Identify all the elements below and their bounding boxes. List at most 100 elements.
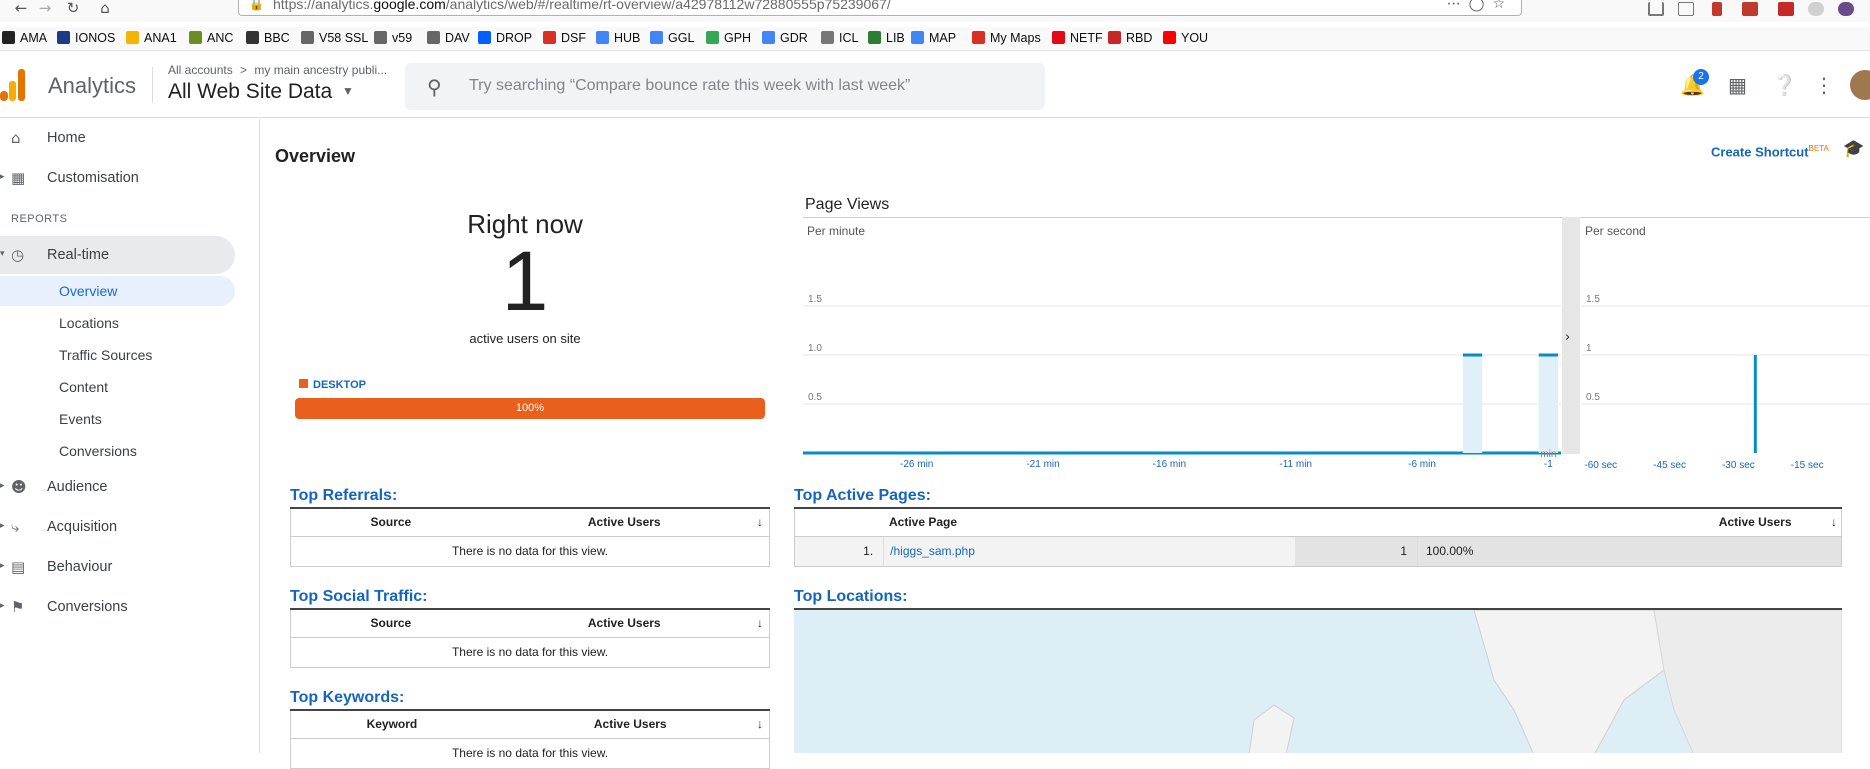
bookmark-anc[interactable]: ANC — [189, 31, 233, 45]
per-second-label: Per second — [1585, 224, 1646, 238]
col-active-users[interactable]: Active Users — [431, 709, 721, 739]
bookmark-v59[interactable]: v59 — [374, 31, 412, 45]
col-active-users[interactable]: Active Users — [431, 608, 721, 638]
more-vert-icon[interactable]: ⋮ — [1814, 73, 1834, 97]
sort-arrow-icon[interactable]: ↓ — [720, 507, 770, 537]
sidebar-item-label: Audience — [47, 479, 108, 495]
sidebar-item-acquisition[interactable]: ▸ ⤷ Acquisition — [0, 508, 235, 546]
analytics-logo[interactable] — [0, 69, 30, 101]
sidebar-item-behaviour[interactable]: ▸ ▤ Behaviour — [0, 548, 235, 586]
back-arrow-icon[interactable]: ← — [10, 0, 32, 18]
bookmark-ama[interactable]: AMA — [2, 31, 47, 45]
app-name[interactable]: Analytics — [48, 73, 136, 99]
graduation-cap-icon[interactable]: 🎓 — [1843, 139, 1864, 159]
extension-icon[interactable] — [1742, 2, 1758, 16]
sidebar-item-audience[interactable]: ▸ ☻ Audience — [0, 468, 235, 506]
y-tick-label: 1.0 — [808, 343, 822, 354]
page-actions-icons[interactable]: ⋯◯☆ — [1447, 0, 1513, 12]
col-active-users[interactable]: Active Users — [1294, 507, 1812, 537]
bookmark-ana1[interactable]: ANA1 — [126, 31, 177, 45]
search-box[interactable]: ⚲ Try searching “Compare bounce rate thi… — [405, 63, 1045, 110]
active-page-link[interactable]: /higgs_sam.php — [883, 536, 1295, 567]
bookmark-favicon-icon — [427, 31, 440, 44]
sidebar-subitem-events[interactable]: Events — [0, 404, 235, 434]
sidebar-item-home[interactable]: ⌂ Home — [0, 119, 235, 157]
bookmark-favicon-icon — [478, 31, 491, 44]
address-bar[interactable]: 🔒 https://analytics.google.com/analytics… — [238, 0, 1522, 16]
view-selector[interactable]: All Web Site Data ▼ — [168, 80, 354, 104]
sidebar-subitem-label: Content — [59, 379, 109, 395]
bookmark-drop[interactable]: DROP — [478, 31, 532, 45]
help-icon[interactable]: ❔ — [1772, 73, 1797, 97]
library-icon[interactable] — [1648, 2, 1664, 16]
home-icon[interactable]: ⌂ — [94, 0, 116, 18]
breadcrumb-root[interactable]: All accounts — [168, 63, 233, 77]
bookmark-you[interactable]: YOU — [1163, 31, 1208, 45]
device-label: DESKTOP — [313, 379, 366, 391]
device-share-bar[interactable]: 100% — [295, 398, 765, 419]
create-shortcut-link[interactable]: Create ShortcutBETA — [1711, 144, 1829, 159]
col-active-users[interactable]: Active Users — [431, 507, 721, 537]
bookmark-gdr[interactable]: GDR — [762, 31, 808, 45]
apps-grid-icon[interactable]: ▦ — [1728, 73, 1747, 97]
col-source[interactable]: Source — [290, 507, 432, 537]
sidebar-item-realtime[interactable]: ▾ ◷ Real-time — [0, 236, 235, 274]
avatar[interactable] — [1850, 70, 1870, 100]
bookmark-favicon-icon — [1052, 31, 1065, 44]
locations-map[interactable] — [794, 608, 1842, 753]
bookmark-favicon-icon — [2, 31, 15, 44]
bookmark-favicon-icon — [868, 31, 881, 44]
col-active-page[interactable]: Active Page — [794, 507, 1295, 537]
breadcrumb[interactable]: All accounts > my main ancestry publi... — [168, 63, 387, 77]
bookmark-label: HUB — [614, 31, 641, 45]
bookmark-favicon-icon — [189, 31, 202, 44]
sidebar-item-conversions[interactable]: ▸ ⚑ Conversions — [0, 588, 235, 626]
x-tick-label: -30 sec — [1722, 460, 1755, 471]
bookmark-netf[interactable]: NETF — [1052, 31, 1103, 45]
y-tick-label: 1.5 — [808, 294, 822, 305]
search-input[interactable]: Try searching “Compare bounce rate this … — [469, 77, 910, 95]
sidebar-subitem-content[interactable]: Content — [0, 372, 235, 402]
extension-icon[interactable] — [1778, 2, 1794, 16]
bookmark-map[interactable]: MAP — [911, 31, 956, 45]
bookmark-favicon-icon — [1108, 31, 1121, 44]
extension-icon[interactable] — [1808, 2, 1824, 16]
bookmark-hub[interactable]: HUB — [596, 31, 640, 45]
chevron-right-icon[interactable]: › — [1565, 330, 1570, 345]
extension-icon[interactable] — [1838, 2, 1854, 16]
bookmark-dav[interactable]: DAV — [427, 31, 470, 45]
col-source[interactable]: Source — [290, 608, 432, 638]
sidebar-subitem-conversions[interactable]: Conversions — [0, 436, 235, 466]
table-row[interactable]: 1. /higgs_sam.php 1 100.00% — [793, 536, 1842, 567]
table-row: There is no data for this view. — [290, 738, 770, 769]
bookmark-bbc[interactable]: BBC — [246, 31, 290, 45]
top-social-title: Top Social Traffic: — [290, 588, 428, 605]
bookmark-label: ANA1 — [144, 31, 177, 45]
sort-arrow-icon[interactable]: ↓ — [1811, 507, 1842, 537]
bookmark-favicon-icon — [972, 31, 985, 44]
sidebar-subitem-locations[interactable]: Locations — [0, 308, 235, 338]
table-header: Source Active Users ↓ — [290, 507, 770, 537]
bookmark-v58-ssl[interactable]: V58 SSL — [301, 31, 368, 45]
sidebar-subitem-overview[interactable]: Overview — [0, 276, 235, 306]
bookmark-lib[interactable]: LIB — [868, 31, 905, 45]
breadcrumb-property[interactable]: my main ancestry publi... — [254, 63, 387, 77]
bookmark-my-maps[interactable]: My Maps — [972, 31, 1041, 45]
sort-arrow-icon[interactable]: ↓ — [720, 608, 770, 638]
sidebar-icon[interactable] — [1678, 2, 1694, 16]
header-divider — [152, 67, 153, 103]
reload-icon[interactable]: ↻ — [62, 0, 84, 18]
bookmark-ggl[interactable]: GGL — [650, 31, 694, 45]
bookmark-rbd[interactable]: RBD — [1108, 31, 1152, 45]
bookmark-gph[interactable]: GPH — [706, 31, 751, 45]
sidebar-item-customisation[interactable]: ▸ ▦ Customisation — [0, 159, 235, 197]
home-icon: ⌂ — [11, 129, 21, 147]
bookmark-ionos[interactable]: IONOS — [57, 31, 115, 45]
bookmark-icl[interactable]: ICL — [821, 31, 858, 45]
forward-arrow-icon[interactable]: → — [34, 0, 56, 18]
bookmark-dsf[interactable]: DSF — [543, 31, 586, 45]
sort-arrow-icon[interactable]: ↓ — [720, 709, 770, 739]
col-keyword[interactable]: Keyword — [290, 709, 432, 739]
sidebar-subitem-traffic-sources[interactable]: Traffic Sources — [0, 340, 235, 370]
extension-icon[interactable] — [1712, 2, 1722, 16]
